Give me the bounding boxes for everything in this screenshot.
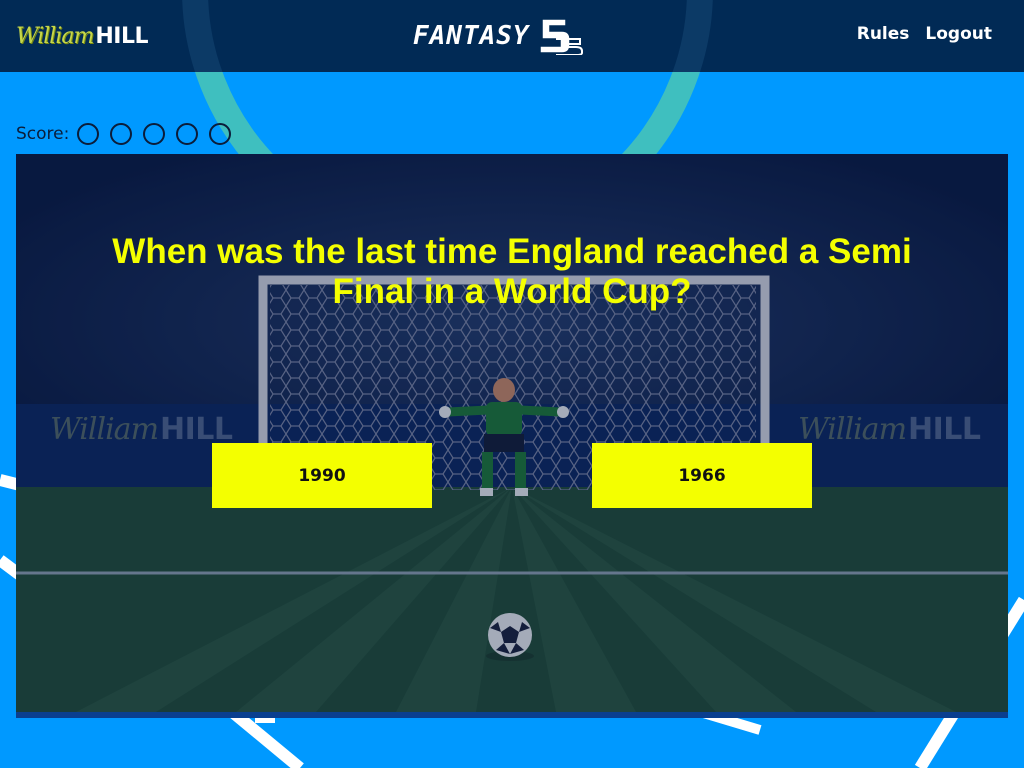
score-label: Score: xyxy=(16,124,70,144)
logo-script-text: William xyxy=(16,23,94,49)
brand-five-icon: 5 xyxy=(536,17,583,55)
answer-button-1[interactable]: 1990 xyxy=(212,443,432,508)
william-hill-logo[interactable]: William HILL xyxy=(16,22,148,50)
fantasy-5-logo: FANTASY 5 xyxy=(413,16,584,56)
header-nav: Rules Logout xyxy=(857,24,992,44)
score-slot-icon xyxy=(176,123,199,145)
brand-word: FANTASY xyxy=(413,21,530,51)
score-slot-icon xyxy=(110,123,133,145)
game-stage: William HILL William HILL When was the l… xyxy=(16,154,1008,718)
top-header: William HILL FANTASY 5 Rules Logout xyxy=(0,0,1024,72)
answer-button-2[interactable]: 1966 xyxy=(592,443,812,508)
score-slot-icon xyxy=(143,123,166,145)
rules-link[interactable]: Rules xyxy=(857,24,910,44)
stage-bottom-strip xyxy=(16,712,1008,718)
score-slot-icon xyxy=(77,123,100,145)
logout-link[interactable]: Logout xyxy=(925,24,992,44)
question-text: When was the last time England reached a… xyxy=(112,232,912,311)
score-slot-icon xyxy=(209,123,232,145)
brand-number: 5 xyxy=(536,17,537,18)
score-bar: Score: xyxy=(16,120,242,148)
logo-bold-text: HILL xyxy=(95,23,148,49)
